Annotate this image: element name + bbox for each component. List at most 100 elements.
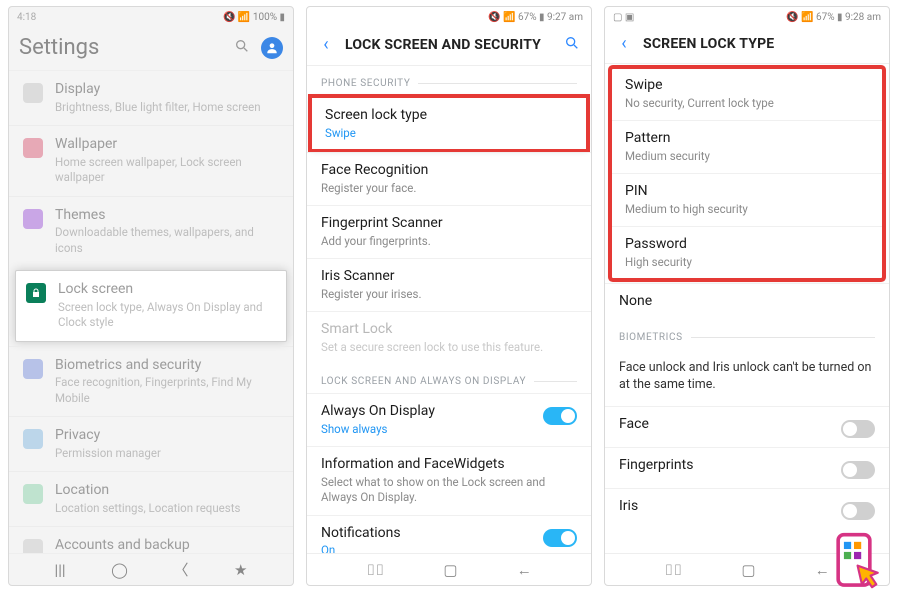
item-subtitle: High security	[625, 255, 869, 271]
accounts-icon	[23, 539, 43, 553]
settings-list: Display Brightness, Blue light filter, H…	[9, 71, 293, 553]
settings-item-accounts[interactable]: Accounts and backup Samsung Cloud, Smart…	[9, 526, 293, 553]
lock-type-pattern[interactable]: Pattern Medium security	[611, 120, 883, 173]
status-bar: ▢ ▣ 🔇 📶 67% ▮ 9:28 am	[605, 7, 889, 27]
item-smart-lock: Smart Lock Set a secure screen lock to u…	[307, 311, 591, 364]
back-button[interactable]: 〈	[173, 559, 188, 580]
item-title: Wallpaper	[55, 136, 279, 154]
back-icon[interactable]: ‹	[317, 36, 335, 54]
item-title: Fingerprint Scanner	[321, 215, 577, 233]
screen-lock-type-screen: ▢ ▣ 🔇 📶 67% ▮ 9:28 am ‹ SCREEN LOCK TYPE…	[604, 6, 890, 586]
item-subtitle: Location settings, Location requests	[55, 501, 279, 517]
item-subtitle: Medium security	[625, 149, 869, 165]
biometric-face[interactable]: Face	[605, 406, 889, 447]
back-button[interactable]: ←	[815, 561, 830, 579]
search-icon[interactable]	[233, 38, 251, 58]
lock-type-none[interactable]: None	[605, 283, 889, 320]
home-button[interactable]: ▢	[443, 561, 457, 579]
nav-bar: ⌷⌷ ▢ ←	[307, 553, 591, 585]
item-title: Password	[625, 236, 869, 254]
item-subtitle: Medium to high security	[625, 202, 869, 218]
app-bar: ‹ LOCK SCREEN AND SECURITY	[307, 27, 591, 66]
item-title: Themes	[55, 207, 279, 225]
item-title: Swipe	[625, 77, 869, 95]
item-title: PIN	[625, 183, 869, 201]
home-button[interactable]: ◯	[111, 561, 128, 579]
status-indicators: 🔇 📶 67% ▮ 9:28 am	[786, 12, 881, 23]
item-title: Smart Lock	[321, 321, 577, 339]
security-list: PHONE SECURITY Screen lock type Swipe Fa…	[307, 66, 591, 553]
lock-type-swipe[interactable]: Swipe No security, Current lock type	[611, 68, 883, 120]
item-subtitle: Downloadable themes, wallpapers, and ico…	[55, 225, 279, 256]
star-button[interactable]: ★	[234, 561, 247, 579]
item-subtitle: Select what to show on the Lock screen a…	[321, 475, 577, 506]
shield-icon	[23, 359, 43, 379]
item-subtitle: On	[321, 543, 531, 553]
lock-security-screen: 🔇 📶 67% ▮ 9:27 am ‹ LOCK SCREEN AND SECU…	[306, 6, 592, 586]
home-button[interactable]: ▢	[741, 561, 755, 579]
wallpaper-icon	[23, 138, 43, 158]
settings-item-biometrics[interactable]: Biometrics and security Face recognition…	[9, 346, 293, 417]
item-iris-scanner[interactable]: Iris Scanner Register your irises.	[307, 258, 591, 311]
settings-item-privacy[interactable]: Privacy Permission manager	[9, 416, 293, 471]
section-biometrics: BIOMETRICS	[605, 320, 889, 349]
item-subtitle: Home screen wallpaper, Lock screen wallp…	[55, 155, 279, 186]
section-aod: LOCK SCREEN AND ALWAYS ON DISPLAY	[307, 364, 591, 393]
item-notifications[interactable]: Notifications On	[307, 515, 591, 553]
nav-bar: ||| ◯ 〈 ★	[9, 553, 293, 585]
privacy-icon	[23, 429, 43, 449]
fingerprints-toggle[interactable]	[841, 461, 875, 479]
biometric-fingerprints[interactable]: Fingerprints	[605, 447, 889, 488]
account-avatar[interactable]	[261, 37, 283, 59]
face-toggle[interactable]	[841, 420, 875, 438]
status-indicators: 🔇 📶 67% ▮ 9:27 am	[488, 12, 583, 23]
search-icon[interactable]	[563, 35, 581, 55]
item-facewidgets[interactable]: Information and FaceWidgets Select what …	[307, 446, 591, 515]
aod-toggle[interactable]	[543, 407, 577, 425]
item-title: Display	[55, 81, 279, 99]
back-icon[interactable]: ‹	[615, 35, 633, 53]
settings-item-lock-screen[interactable]: Lock screen Screen lock type, Always On …	[15, 270, 287, 342]
item-fingerprint-scanner[interactable]: Fingerprint Scanner Add your fingerprint…	[307, 205, 591, 258]
section-phone-security: PHONE SECURITY	[307, 66, 591, 95]
settings-item-location[interactable]: Location Location settings, Location req…	[9, 471, 293, 526]
item-face-recognition[interactable]: Face Recognition Register your face.	[307, 152, 591, 205]
lock-type-pin[interactable]: PIN Medium to high security	[611, 173, 883, 226]
iris-toggle[interactable]	[841, 502, 875, 520]
item-title: Pattern	[625, 130, 869, 148]
item-always-on-display[interactable]: Always On Display Show always	[307, 393, 591, 446]
item-subtitle: Show always	[321, 422, 531, 438]
page-title: Settings	[19, 35, 223, 60]
recents-button[interactable]: ⌷⌷	[366, 561, 384, 579]
item-subtitle: Add your fingerprints.	[321, 234, 577, 250]
biometric-iris[interactable]: Iris	[605, 488, 889, 529]
settings-item-display[interactable]: Display Brightness, Blue light filter, H…	[9, 71, 293, 125]
item-title: Fingerprints	[619, 457, 829, 475]
status-indicators: 🔇 📶 100% ▮	[223, 12, 285, 23]
lock-type-group: Swipe No security, Current lock type Pat…	[611, 68, 883, 279]
item-title: Accounts and backup	[55, 537, 279, 553]
item-subtitle: Register your irises.	[321, 287, 577, 303]
notifications-toggle[interactable]	[543, 529, 577, 547]
themes-icon	[23, 209, 43, 229]
lock-type-list: Swipe No security, Current lock type Pat…	[605, 64, 889, 553]
settings-item-themes[interactable]: Themes Downloadable themes, wallpapers, …	[9, 196, 293, 267]
app-bar: Settings	[9, 27, 293, 71]
page-title: LOCK SCREEN AND SECURITY	[345, 37, 553, 53]
recents-button[interactable]: ⌷⌷	[664, 561, 682, 579]
recents-button[interactable]: |||	[55, 561, 66, 579]
item-subtitle: Brightness, Blue light filter, Home scre…	[55, 100, 279, 116]
status-bar: 4:18 🔇 📶 100% ▮	[9, 7, 293, 27]
item-subtitle: Set a secure screen lock to use this fea…	[321, 340, 577, 356]
item-title: Privacy	[55, 427, 279, 445]
item-subtitle: Register your face.	[321, 181, 577, 197]
item-screen-lock-type[interactable]: Screen lock type Swipe	[311, 97, 587, 150]
biometrics-note: Face unlock and Iris unlock can't be tur…	[605, 349, 889, 406]
settings-item-wallpaper[interactable]: Wallpaper Home screen wallpaper, Lock sc…	[9, 125, 293, 196]
status-time: 4:18	[17, 12, 36, 23]
back-button[interactable]: ←	[517, 561, 532, 579]
lock-type-password[interactable]: Password High security	[611, 226, 883, 279]
item-title: Notifications	[321, 525, 531, 543]
item-title: Iris	[619, 498, 829, 516]
item-title: Screen lock type	[325, 107, 573, 125]
